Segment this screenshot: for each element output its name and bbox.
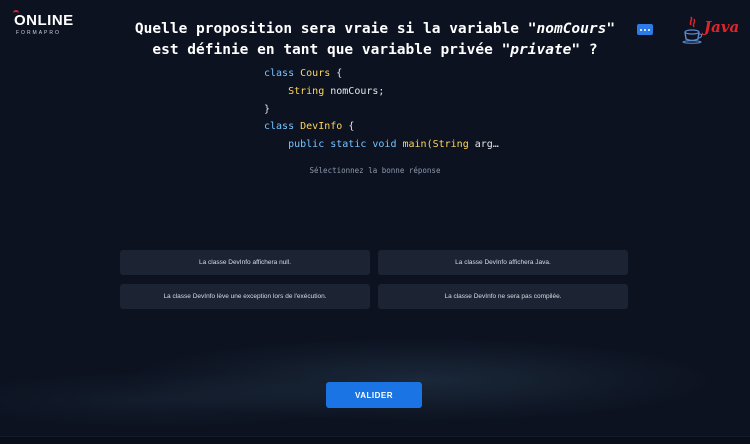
code-text: { [342, 121, 355, 133]
answer-option-label: La classe DevInfo affichera null. [198, 259, 291, 266]
answer-option-1[interactable]: La classe DevInfo affichera null. [120, 250, 370, 275]
code-text: nomCours; [324, 85, 385, 97]
question-text: Quelle proposition sera vraie si la vari… [130, 19, 620, 61]
code-class-name: Cours [300, 68, 331, 79]
question-modifier: private [510, 42, 572, 58]
code-type: String [288, 85, 325, 97]
question-part-1: Quelle proposition sera vraie si la vari… [134, 21, 537, 37]
logo-main-text: ONLINE [14, 12, 74, 29]
code-keyword: class [264, 121, 295, 133]
code-text: } [264, 103, 271, 115]
answer-option-label: La classe DevInfo affichera Java. [455, 259, 551, 266]
options-menu-icon[interactable] [637, 24, 653, 35]
logo-sub-text: FORMAPRO [16, 30, 61, 36]
answer-option-label: La classe DevInfo ne sera pas compilée. [444, 293, 562, 300]
answer-option-label: La classe DevInfo lève une exception lor… [163, 293, 327, 300]
instruction-hint: Sélectionnez la bonne réponse [309, 166, 441, 175]
question-variable-name: nomCours [536, 21, 607, 37]
code-class-name: DevInfo [300, 121, 343, 133]
java-coffee-cup-icon [682, 16, 703, 44]
online-formapro-logo: ONLINE FORMAPRO [13, 10, 74, 43]
code-type: String [432, 139, 469, 151]
java-logo-text: Java [704, 18, 740, 36]
background-wave [0, 300, 750, 444]
answer-option-3[interactable]: La classe DevInfo lève une exception lor… [120, 284, 370, 309]
code-snippet: class Cours { String nomCours; } class D… [264, 65, 499, 154]
submit-button[interactable]: VALIDER [326, 382, 422, 408]
bottom-bar [0, 436, 750, 444]
answer-option-4[interactable]: La classe DevInfo ne sera pas compilée. [378, 284, 628, 309]
code-method-name: main( [396, 139, 433, 151]
code-text: arg… [468, 139, 499, 151]
java-logo: Java [682, 14, 740, 44]
answer-option-2[interactable]: La classe DevInfo affichera Java. [378, 250, 628, 275]
code-text: { [330, 68, 343, 79]
code-keyword: public static void [288, 139, 397, 151]
question-part-3: " ? [571, 42, 598, 58]
code-keyword: class [264, 68, 295, 79]
